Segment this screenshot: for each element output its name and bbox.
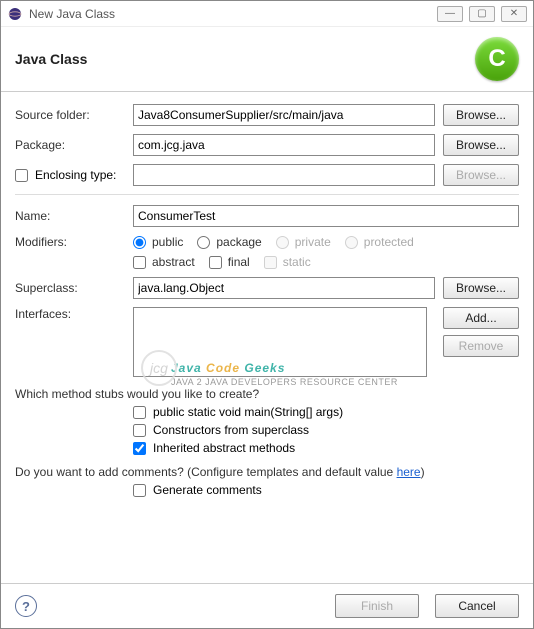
comments-question: Do you want to add comments? (Configure …: [15, 465, 519, 479]
stub-main-checkbox[interactable]: [133, 406, 146, 419]
window-controls: — ▢ ✕: [437, 6, 527, 22]
stub-inherited-checkbox[interactable]: [133, 442, 146, 455]
modifiers-visibility: public package private protected: [133, 235, 519, 249]
stub-inherited-row: Inherited abstract methods: [133, 441, 519, 455]
superclass-row: Superclass: Browse...: [15, 277, 519, 299]
stub-main-label: public static void main(String[] args): [153, 405, 343, 419]
configure-here-link[interactable]: here: [397, 465, 421, 479]
interfaces-list[interactable]: [133, 307, 427, 377]
generate-comments-row: Generate comments: [133, 483, 519, 497]
stub-constructors-row: Constructors from superclass: [133, 423, 519, 437]
modifier-private: private: [276, 235, 331, 249]
separator: [15, 194, 519, 195]
enclosing-type-browse-button: Browse...: [443, 164, 519, 186]
name-input[interactable]: [133, 205, 519, 227]
modifier-package-radio[interactable]: [197, 236, 210, 249]
package-browse-button[interactable]: Browse...: [443, 134, 519, 156]
modifier-protected-radio: [345, 236, 358, 249]
class-icon: C: [475, 37, 519, 81]
modifier-final[interactable]: final: [209, 255, 250, 269]
enclosing-type-label: Enclosing type:: [35, 168, 116, 182]
banner: Java Class C: [1, 27, 533, 92]
watermark-subtitle: JAVA 2 JAVA DEVELOPERS RESOURCE CENTER: [171, 377, 398, 387]
modifier-final-checkbox[interactable]: [209, 256, 222, 269]
modifier-static-checkbox: [264, 256, 277, 269]
eclipse-icon: [7, 6, 23, 22]
modifier-public-radio[interactable]: [133, 236, 146, 249]
generate-comments-label: Generate comments: [153, 483, 262, 497]
banner-title: Java Class: [15, 51, 87, 67]
modifier-protected: protected: [345, 235, 414, 249]
superclass-label: Superclass:: [15, 281, 133, 295]
superclass-input[interactable]: [133, 277, 435, 299]
help-icon[interactable]: ?: [15, 595, 37, 617]
content-area: Source folder: Browse... Package: Browse…: [1, 92, 533, 583]
name-label: Name:: [15, 209, 133, 223]
generate-comments-checkbox[interactable]: [133, 484, 146, 497]
enclosing-type-checkbox-label: Enclosing type:: [15, 168, 133, 182]
superclass-browse-button[interactable]: Browse...: [443, 277, 519, 299]
minimize-button[interactable]: —: [437, 6, 463, 22]
enclosing-type-input: [133, 164, 435, 186]
dialog-window: New Java Class — ▢ ✕ Java Class C Source…: [0, 0, 534, 629]
enclosing-type-checkbox[interactable]: [15, 169, 28, 182]
modifier-package[interactable]: package: [197, 235, 261, 249]
modifier-abstract-checkbox[interactable]: [133, 256, 146, 269]
stub-inherited-label: Inherited abstract methods: [153, 441, 295, 455]
enclosing-type-row: Enclosing type: Browse...: [15, 164, 519, 186]
modifier-public[interactable]: public: [133, 235, 183, 249]
package-row: Package: Browse...: [15, 134, 519, 156]
modifier-abstract[interactable]: abstract: [133, 255, 195, 269]
package-input[interactable]: [133, 134, 435, 156]
source-folder-label: Source folder:: [15, 108, 133, 122]
interfaces-row: Interfaces: Add... Remove: [15, 307, 519, 377]
stub-constructors-checkbox[interactable]: [133, 424, 146, 437]
modifiers-other: abstract final static: [133, 255, 519, 269]
maximize-button[interactable]: ▢: [469, 6, 495, 22]
interfaces-add-button[interactable]: Add...: [443, 307, 519, 329]
modifiers-row: Modifiers: public package private protec…: [15, 235, 519, 269]
close-button[interactable]: ✕: [501, 6, 527, 22]
interfaces-remove-button: Remove: [443, 335, 519, 357]
title-text: New Java Class: [29, 7, 437, 21]
modifier-static: static: [264, 255, 311, 269]
stub-constructors-label: Constructors from superclass: [153, 423, 309, 437]
name-row: Name:: [15, 205, 519, 227]
source-folder-row: Source folder: Browse...: [15, 104, 519, 126]
footer-buttons: Finish Cancel: [327, 594, 519, 618]
interfaces-buttons: Add... Remove: [435, 307, 519, 357]
finish-button[interactable]: Finish: [335, 594, 419, 618]
interfaces-label: Interfaces:: [15, 307, 133, 321]
footer: ? Finish Cancel: [1, 583, 533, 628]
source-folder-browse-button[interactable]: Browse...: [443, 104, 519, 126]
titlebar: New Java Class — ▢ ✕: [1, 1, 533, 27]
source-folder-input[interactable]: [133, 104, 435, 126]
modifier-private-radio: [276, 236, 289, 249]
stubs-question: Which method stubs would you like to cre…: [15, 387, 519, 401]
stub-main-row: public static void main(String[] args): [133, 405, 519, 419]
modifiers-label: Modifiers:: [15, 235, 133, 249]
cancel-button[interactable]: Cancel: [435, 594, 519, 618]
package-label: Package:: [15, 138, 133, 152]
